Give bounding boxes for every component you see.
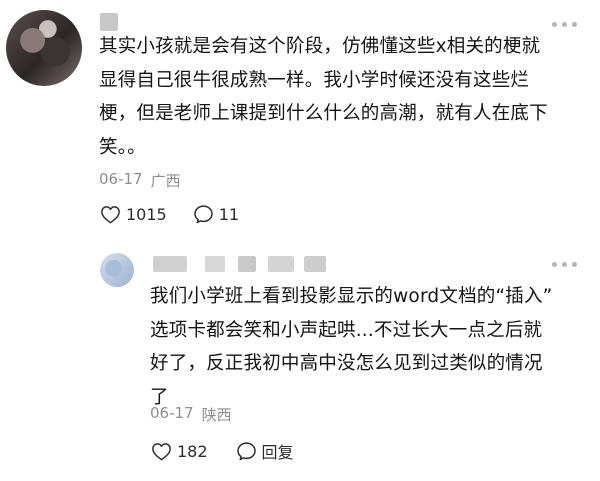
reply-count: 11 bbox=[218, 204, 240, 224]
reply-avatar[interactable] bbox=[100, 253, 134, 287]
comment-date: 06-17 bbox=[99, 170, 143, 188]
reply-actions: 182 回复 bbox=[151, 439, 294, 463]
comment-bubble-icon bbox=[236, 441, 257, 461]
reply-meta: 06-17 陕西 bbox=[150, 404, 232, 425]
comment-text: 其实小孩就是会有这个阶段，仿佛懂这些x相关的梗就 显得自己很牛很成熟一样。我小学… bbox=[99, 36, 548, 158]
avatar[interactable] bbox=[6, 10, 82, 86]
main-comment: 其实小孩就是会有这个阶段，仿佛懂这些x相关的梗就 显得自己很牛很成熟一样。我小学… bbox=[0, 0, 600, 240]
username-blurred[interactable] bbox=[100, 13, 118, 31]
reply-like-count: 182 bbox=[177, 441, 208, 461]
like-button[interactable]: 1015 bbox=[100, 205, 167, 224]
reply-location: 陕西 bbox=[201, 406, 232, 424]
reply-date: 06-17 bbox=[150, 404, 194, 422]
reply-text: 我们小学班上看到投影显示的word文档的“插入” 选项卡都会笑和小声起哄...不… bbox=[150, 286, 553, 408]
comment-meta: 06-17 广西 bbox=[99, 170, 181, 191]
comment-actions: 1015 11 bbox=[100, 204, 239, 224]
reply-button[interactable]: 11 bbox=[193, 204, 239, 224]
reply-like-button[interactable]: 182 bbox=[151, 442, 208, 461]
more-options-icon[interactable] bbox=[552, 22, 577, 27]
comment-location: 广西 bbox=[150, 172, 181, 190]
reply-label: 回复 bbox=[261, 443, 294, 462]
reply-comment: 我们小学班上看到投影显示的word文档的“插入” 选项卡都会笑和小声起哄...不… bbox=[0, 240, 600, 481]
reply-more-options-icon[interactable] bbox=[552, 262, 577, 267]
like-count: 1015 bbox=[126, 204, 167, 224]
comment-bubble-icon bbox=[193, 204, 214, 224]
reply-to-reply-button[interactable]: 回复 bbox=[236, 439, 294, 463]
heart-outline-icon bbox=[100, 205, 121, 224]
heart-outline-icon bbox=[151, 442, 172, 461]
